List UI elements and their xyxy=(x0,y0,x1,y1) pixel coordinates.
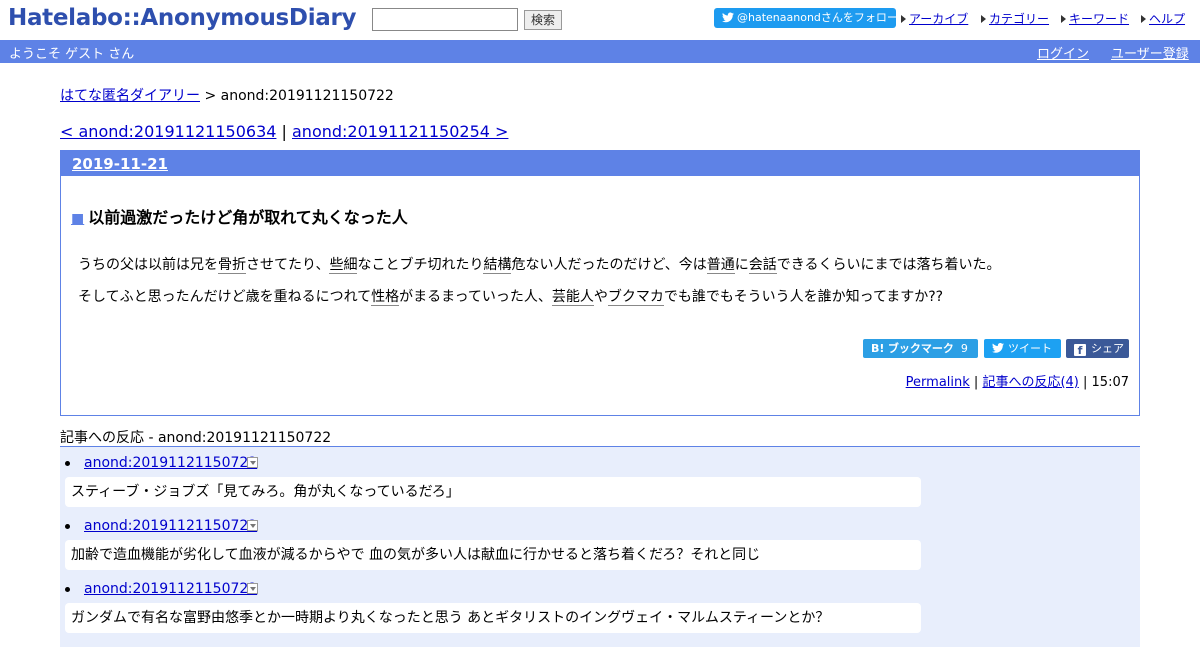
text: させてたり、 xyxy=(246,257,330,273)
entry-paragraph-1: うちの父は以前は兄を骨折させてたり、些細なことブチ切れたり結構危ない人だったのだ… xyxy=(78,254,1001,274)
bullet-icon xyxy=(65,461,70,466)
reaction-link[interactable]: anond:20191121150722 xyxy=(84,581,257,597)
entry-time: 15:07 xyxy=(1091,375,1129,390)
entry-day-box: 2019-11-21 ■ 以前過激だったけど角が取れて丸くなった人 うちの父は以前… xyxy=(60,150,1140,416)
keyword-link[interactable]: 結構 xyxy=(483,257,512,274)
twitter-bird-icon xyxy=(992,343,1004,353)
footer-sep: | xyxy=(969,375,983,390)
text: に xyxy=(734,257,749,273)
nav-keyword[interactable]: キーワード xyxy=(1061,10,1129,27)
twitter-follow-button[interactable]: @hatenaanondさんをフォロー xyxy=(714,8,898,28)
bookmark-count: 9 xyxy=(960,342,968,355)
text: なことブチ切れたり xyxy=(357,257,484,273)
site-header: Hatelabo::AnonymousDiary 検索 @hatenaanond… xyxy=(0,0,1200,40)
bullet-icon xyxy=(65,524,70,529)
text: や xyxy=(593,289,608,305)
triangle-right-icon xyxy=(981,15,986,23)
reactions-list: anond:20191121150722 スティーブ・ジョブズ「見てみろ。角が丸… xyxy=(60,446,1140,647)
reaction-link[interactable]: anond:20191121150722 xyxy=(84,518,257,534)
hatena-bookmark-button[interactable]: B! ブックマーク 9 xyxy=(863,339,978,358)
text: でも誰でもそういう人を誰か知ってますか?? xyxy=(663,289,944,305)
login-link[interactable]: ログイン xyxy=(1037,43,1089,62)
permalink-link[interactable]: Permalink xyxy=(906,375,970,390)
bullet-icon xyxy=(65,587,70,592)
reactions-link[interactable]: 記事への反応(4) xyxy=(982,375,1078,390)
day-header: 2019-11-21 xyxy=(61,151,1139,176)
keyword-link[interactable]: 些細 xyxy=(329,257,358,274)
triangle-right-icon xyxy=(1061,15,1066,23)
reaction-body: スティーブ・ジョブズ「見てみろ。角が丸くなっているだろ」 xyxy=(65,477,921,507)
breadcrumb-current: anond:20191121150722 xyxy=(220,88,394,104)
entry-title-text: 以前過激だったけど角が取れて丸くなった人 xyxy=(88,208,408,227)
search-input[interactable] xyxy=(372,8,518,31)
pager-separator: | xyxy=(276,122,292,141)
triangle-right-icon xyxy=(1141,15,1146,23)
nav-archive-link[interactable]: アーカイブ xyxy=(909,12,968,26)
facebook-icon: f xyxy=(1074,344,1086,357)
reaction-body: ガンダムで有名な富野由悠季とか一時期より丸くなったと思う あとギタリストのイング… xyxy=(65,603,921,633)
next-entry-link[interactable]: anond:20191121150254 > xyxy=(292,122,508,141)
keyword-link[interactable]: ブクマカ xyxy=(607,289,664,306)
text: そしてふと思ったんだけど歳を重ねるにつれて xyxy=(78,289,372,305)
keyword-link[interactable]: 会話 xyxy=(748,257,777,274)
twitter-bird-icon xyxy=(722,12,734,23)
register-link[interactable]: ユーザー登録 xyxy=(1111,43,1189,62)
keyword-link[interactable]: 普通 xyxy=(706,257,735,274)
tweet-button[interactable]: ツイート xyxy=(984,339,1061,358)
dropdown-toggle-icon[interactable] xyxy=(247,457,258,468)
text: できるくらいにまでは落ち着いた。 xyxy=(776,257,1001,273)
nav-category[interactable]: カテゴリー xyxy=(981,10,1049,27)
triangle-right-icon xyxy=(901,15,906,23)
tweet-label: ツイート xyxy=(1008,342,1052,355)
hatena-b-icon: B! xyxy=(871,342,885,355)
nav-help-link[interactable]: ヘルプ xyxy=(1149,12,1185,26)
facebook-share-label: シェア xyxy=(1091,342,1124,355)
facebook-share-button[interactable]: f シェア xyxy=(1066,339,1129,358)
text: がまるまっていった人、 xyxy=(399,289,552,305)
welcome-text: ようこそ ゲスト さん xyxy=(9,47,135,62)
text: 危ない人だったのだけど、今は xyxy=(511,257,707,273)
entry-permalink-square[interactable]: ■ xyxy=(71,211,84,227)
nav-keyword-link[interactable]: キーワード xyxy=(1069,12,1129,26)
keyword-link[interactable]: 骨折 xyxy=(218,257,246,274)
nav-help[interactable]: ヘルプ xyxy=(1141,10,1185,27)
entry-paragraph-2: そしてふと思ったんだけど歳を重ねるにつれて性格がまるまっていった人、芸能人やブク… xyxy=(78,286,943,306)
breadcrumb-home-link[interactable]: はてな匿名ダイアリー xyxy=(60,88,200,104)
reaction-body: 加齢で造血機能が劣化して血液が減るからやで 血の気が多い人は献血に行かせると落ち… xyxy=(65,540,921,570)
keyword-link[interactable]: 芸能人 xyxy=(551,289,594,306)
keyword-link[interactable]: 性格 xyxy=(371,289,400,306)
entry-date-link[interactable]: 2019-11-21 xyxy=(72,155,168,173)
reactions-title: 記事への反応 - anond:20191121150722 xyxy=(60,430,332,446)
footer-sep: | xyxy=(1078,375,1092,390)
dropdown-toggle-icon[interactable] xyxy=(247,520,258,531)
entry-footer: Permalink | 記事への反応(4) | 15:07 xyxy=(906,371,1129,390)
text: うちの父は以前は兄を xyxy=(78,257,218,273)
nav-archive[interactable]: アーカイブ xyxy=(901,10,968,27)
bookmark-label: ブックマーク xyxy=(887,342,954,355)
prev-entry-link[interactable]: < anond:20191121150634 xyxy=(60,122,276,141)
breadcrumb: はてな匿名ダイアリー > anond:20191121150722 xyxy=(60,85,394,105)
nav-category-link[interactable]: カテゴリー xyxy=(989,12,1049,26)
site-logo[interactable]: Hatelabo::AnonymousDiary xyxy=(8,5,357,31)
entry-title: ■ 以前過激だったけど角が取れて丸くなった人 xyxy=(71,204,408,228)
breadcrumb-separator: > xyxy=(200,88,221,104)
search-button[interactable]: 検索 xyxy=(524,10,562,30)
reaction-link[interactable]: anond:20191121150722 xyxy=(84,455,257,471)
follow-label: @hatenaanondさんをフォロー xyxy=(737,11,898,24)
pager: < anond:20191121150634 | anond:201911211… xyxy=(60,122,508,141)
dropdown-toggle-icon[interactable] xyxy=(247,583,258,594)
welcome-bar: ようこそ ゲスト さん ログイン ユーザー登録 xyxy=(0,40,1200,63)
